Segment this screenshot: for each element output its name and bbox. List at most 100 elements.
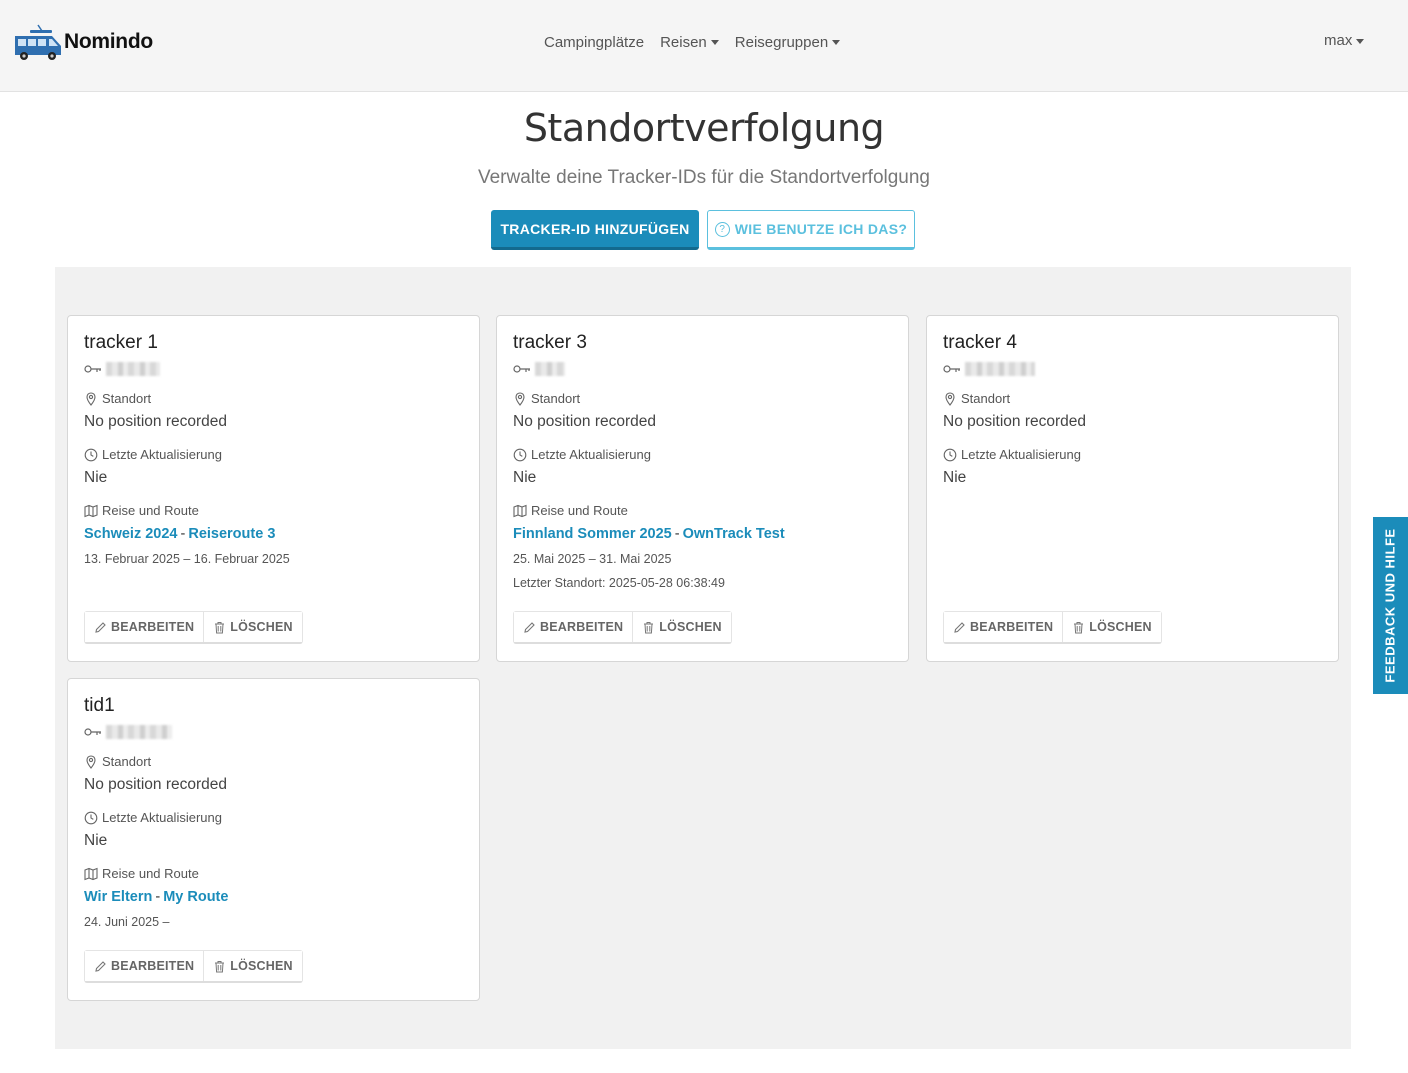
trash-icon [1074, 621, 1084, 633]
add-tracker-button[interactable]: TRACKER-ID HINZUFÜGEN [491, 210, 699, 250]
edit-button[interactable]: BEARBEITEN [514, 612, 633, 642]
main-nav: Campingplätze Reisen Reisegruppen [536, 30, 848, 54]
map-pin-icon [945, 391, 955, 406]
caret-down-icon [710, 40, 719, 45]
route-link[interactable]: My Route [163, 889, 228, 905]
position-value: No position recorded [943, 413, 1087, 430]
tracker-name: tracker 3 [513, 332, 587, 353]
delete-label: LÖSCHEN [1089, 620, 1152, 634]
card-actions: BEARBEITEN LÖSCHEN [84, 611, 303, 644]
last-update-value: Nie [943, 469, 967, 486]
nav-label: Campingplätze [544, 33, 645, 51]
last-update-value: Nie [513, 469, 537, 486]
edit-label: BEARBEITEN [970, 620, 1054, 634]
delete-label: LÖSCHEN [230, 959, 293, 973]
delete-label: LÖSCHEN [659, 620, 722, 634]
redacted-tracker-id [535, 362, 565, 376]
location-label: Standort [84, 754, 151, 769]
label-text: Reise und Route [531, 503, 628, 518]
label-text: Letzte Aktualisierung [102, 810, 222, 825]
edit-button[interactable]: BEARBEITEN [85, 612, 204, 642]
label-text: Letzte Aktualisierung [531, 447, 651, 462]
edit-label: BEARBEITEN [540, 620, 624, 634]
tracker-id-row [84, 360, 160, 378]
trip-dates: 25. Mai 2025 – 31. Mai 2025 [513, 552, 672, 566]
user-menu-dropdown[interactable]: max [1316, 30, 1372, 51]
edit-label: BEARBEITEN [111, 620, 195, 634]
key-icon [84, 728, 101, 736]
feedback-help-tab[interactable]: FEEDBACK UND HILFE [1373, 517, 1408, 694]
caret-down-icon [832, 40, 841, 45]
map-pin-icon [515, 391, 525, 406]
nav-campingplaetze[interactable]: Campingplätze [536, 30, 652, 54]
trip-route-links: Finnland Sommer 2025- OwnTrack Test [513, 526, 785, 542]
label-text: Standort [102, 391, 152, 406]
position-value: No position recorded [84, 776, 228, 793]
label-text: Letzte Aktualisierung [961, 447, 1081, 462]
help-circle-icon: ? [714, 221, 730, 237]
last-update-label: Letzte Aktualisierung [943, 447, 1081, 462]
trash-icon [644, 621, 654, 633]
redacted-tracker-id [106, 725, 172, 739]
redacted-tracker-id [965, 362, 1035, 376]
edit-button[interactable]: BEARBEITEN [85, 951, 204, 981]
last-location-text: Letzter Standort: 2025-05-28 06:38:49 [513, 576, 725, 590]
tracker-card: tracker 1 Standort No position recorded … [67, 315, 480, 662]
tracker-id-row [943, 360, 1035, 378]
tracker-card: tracker 4 Standort No position recorded … [926, 315, 1339, 662]
label-text: Standort [961, 391, 1011, 406]
trip-route-label: Reise und Route [84, 866, 199, 881]
trip-link[interactable]: Wir Eltern [84, 889, 152, 905]
trip-link[interactable]: Finnland Sommer 2025 [513, 526, 672, 542]
delete-button[interactable]: LÖSCHEN [1062, 612, 1161, 642]
card-actions: BEARBEITEN LÖSCHEN [943, 611, 1162, 644]
user-name: max [1324, 32, 1353, 49]
navbar: Nomindo Campingplätze Reisen Reisegruppe… [0, 0, 1408, 92]
map-icon [513, 504, 527, 517]
route-link[interactable]: Reiseroute 3 [188, 526, 275, 542]
caret-down-icon [1356, 38, 1365, 44]
edit-button[interactable]: BEARBEITEN [944, 612, 1063, 642]
tracker-id-row [84, 723, 172, 741]
nav-reisen-dropdown[interactable]: Reisen [652, 30, 727, 54]
delete-button[interactable]: LÖSCHEN [203, 951, 302, 981]
edit-label: BEARBEITEN [111, 959, 195, 973]
route-link[interactable]: OwnTrack Test [683, 526, 785, 542]
brand-logo[interactable]: Nomindo [12, 22, 153, 62]
trip-route-links: Schweiz 2024- Reiseroute 3 [84, 526, 276, 542]
nav-label: Reisen [660, 33, 707, 51]
map-icon [84, 867, 98, 880]
delete-button[interactable]: LÖSCHEN [632, 612, 731, 642]
label-text: Standort [531, 391, 581, 406]
location-label: Standort [513, 391, 580, 406]
tracker-card: tracker 3 Standort No position recorded … [496, 315, 909, 662]
feedback-tab-label: FEEDBACK UND HILFE [1383, 528, 1399, 683]
delete-button[interactable]: LÖSCHEN [203, 612, 302, 642]
pencil-icon [524, 621, 535, 633]
key-icon [84, 365, 101, 373]
redacted-tracker-id [106, 362, 160, 376]
label-text: Reise und Route [102, 866, 199, 881]
trip-route-label: Reise und Route [84, 503, 199, 518]
trip-route-links: Wir Eltern - My Route [84, 889, 229, 905]
key-icon [943, 365, 960, 373]
van-logo-icon [15, 24, 61, 60]
trash-icon [215, 960, 225, 972]
tracker-grid: tracker 1 Standort No position recorded … [55, 267, 1351, 1049]
clock-icon [84, 448, 98, 461]
trip-link[interactable]: Schweiz 2024 [84, 526, 178, 542]
tracker-name: tid1 [84, 695, 115, 716]
position-value: No position recorded [84, 413, 228, 430]
tracker-id-row [513, 360, 565, 378]
map-icon [84, 504, 98, 517]
trip-route-label: Reise und Route [513, 503, 628, 518]
card-actions: BEARBEITEN LÖSCHEN [84, 950, 303, 983]
last-update-value: Nie [84, 469, 108, 486]
brand-name: Nomindo [64, 30, 153, 53]
trip-dates: 13. Februar 2025 – 16. Februar 2025 [84, 552, 290, 566]
trash-icon [215, 621, 225, 633]
help-button[interactable]: ? WIE BENUTZE ICH DAS? [707, 210, 915, 250]
tracker-name: tracker 1 [84, 332, 158, 353]
help-button-label: WIE BENUTZE ICH DAS? [734, 221, 908, 237]
nav-reisegruppen-dropdown[interactable]: Reisegruppen [727, 30, 848, 54]
